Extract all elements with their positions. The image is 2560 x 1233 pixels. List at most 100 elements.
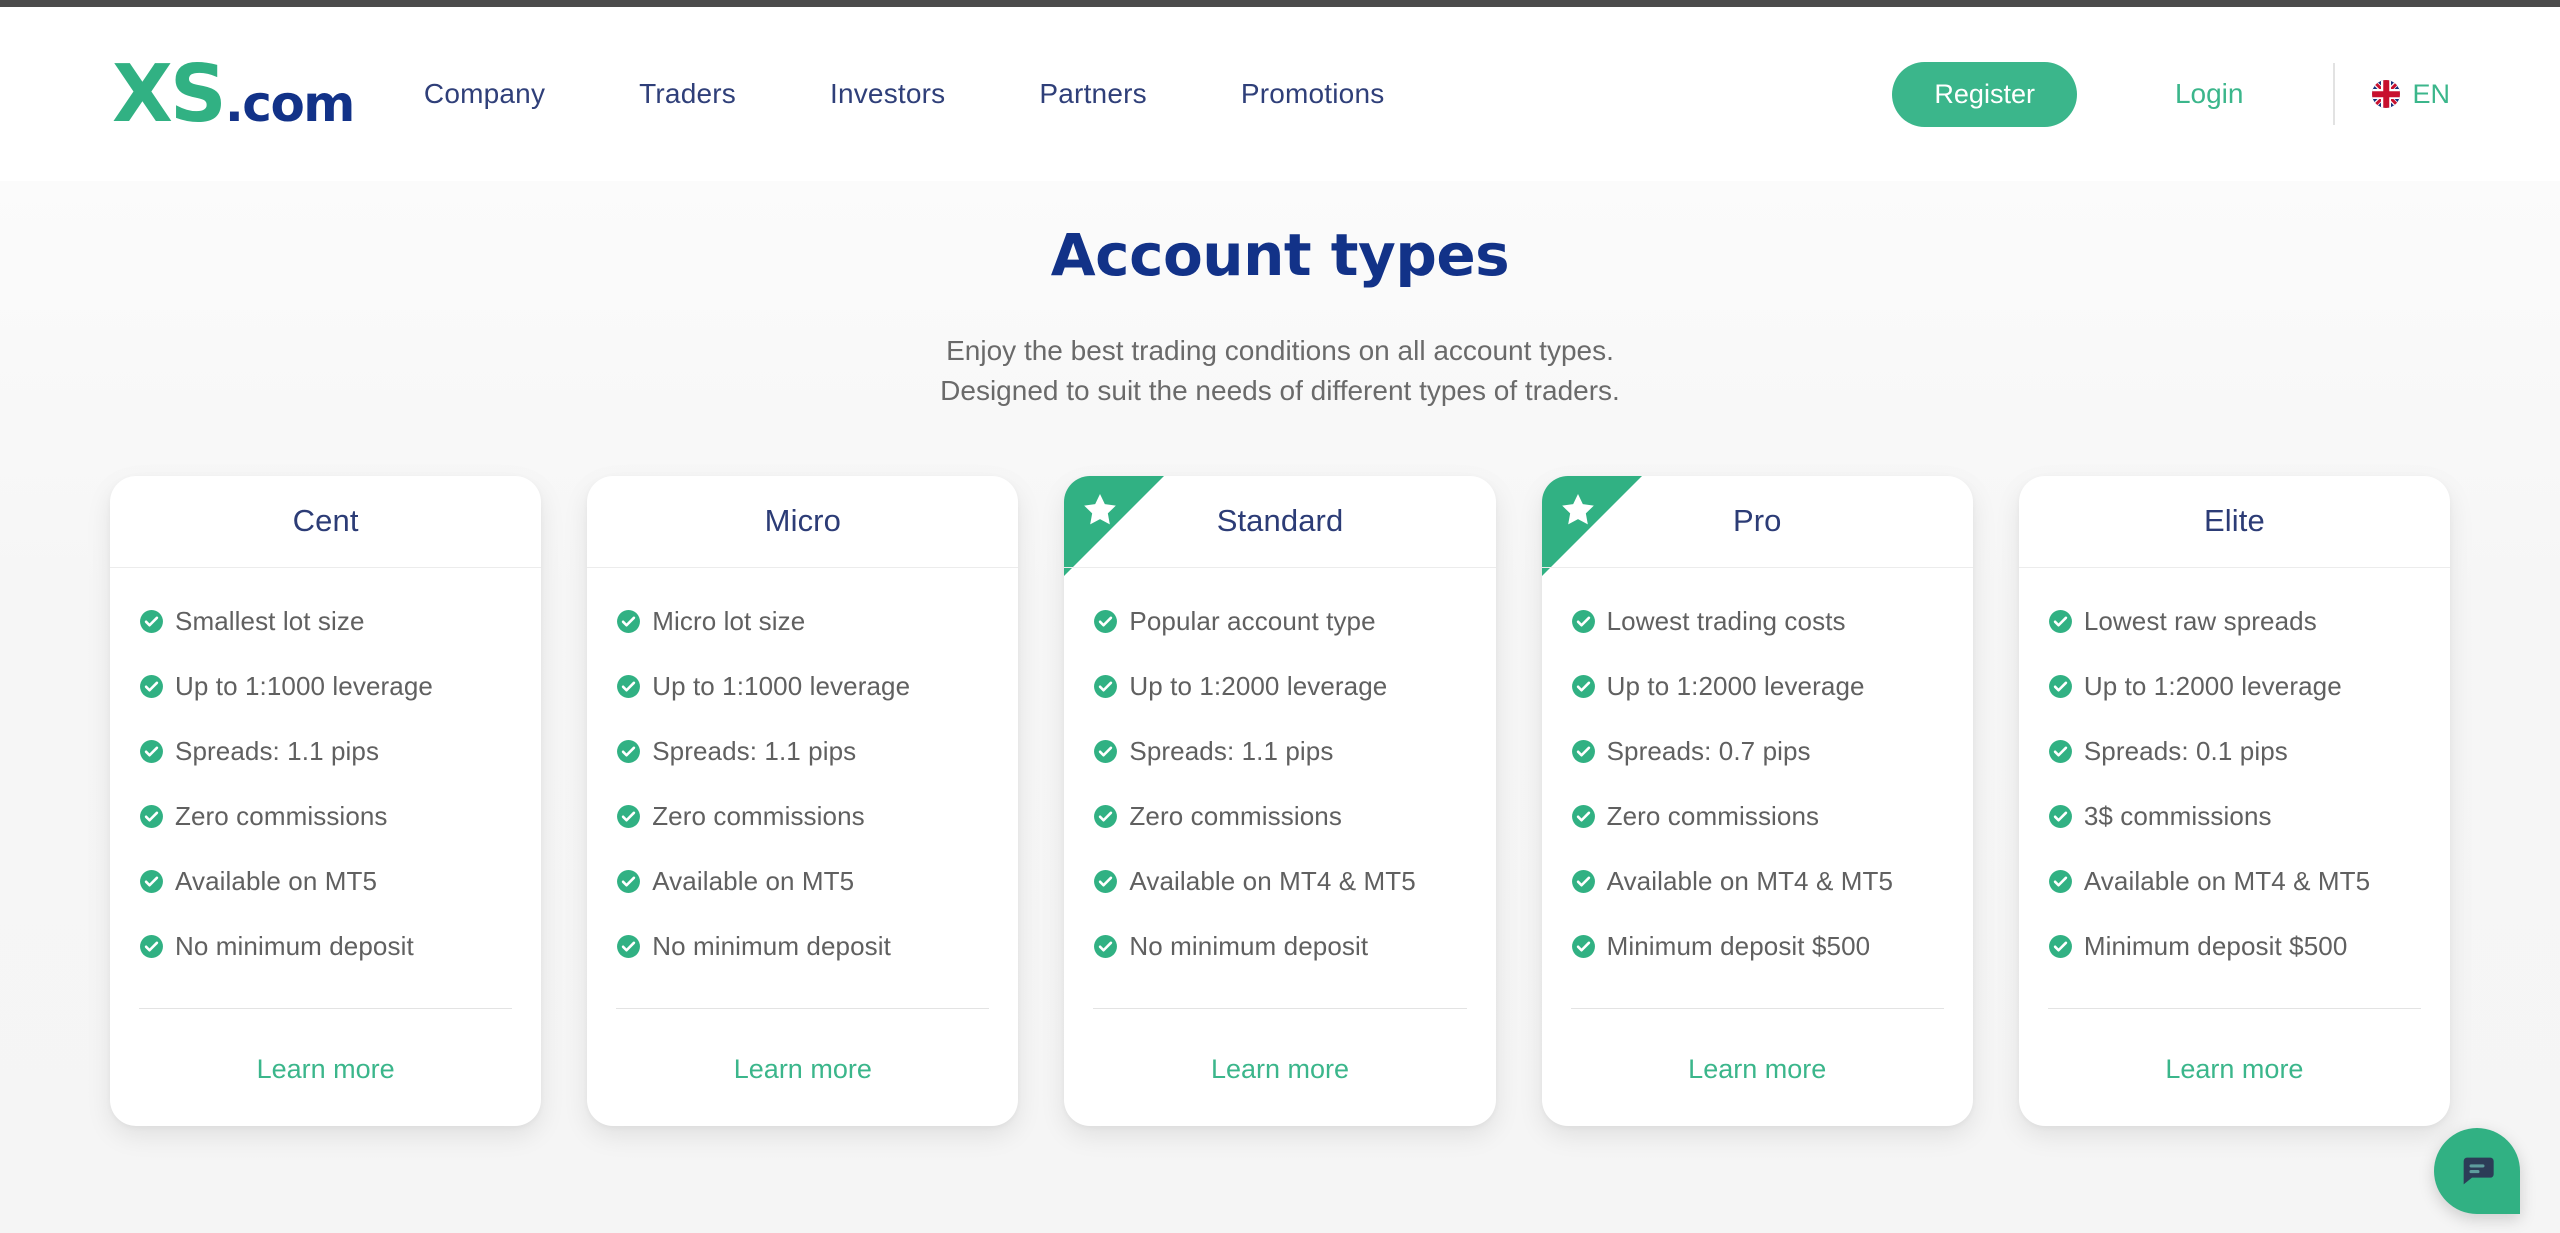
- learn-more-link[interactable]: Learn more: [587, 1009, 1018, 1112]
- feature-item: Popular account type: [1064, 606, 1495, 637]
- card-header: Micro: [587, 476, 1019, 568]
- feature-text: Available on MT5: [175, 865, 378, 896]
- feature-text: No minimum deposit: [1129, 930, 1369, 961]
- chat-widget-button[interactable]: [2434, 1128, 2520, 1214]
- check-circle-icon: [1094, 869, 1118, 893]
- check-circle-icon: [2048, 934, 2072, 958]
- learn-more-link[interactable]: Learn more: [1542, 1009, 1973, 1112]
- uk-flag-icon: [2372, 80, 2401, 108]
- check-circle-icon: [140, 869, 163, 893]
- card-title: Cent: [292, 503, 359, 538]
- feature-item: Up to 1:1000 leverage: [110, 671, 541, 702]
- feature-item: Available on MT4 & MT5: [1064, 866, 1495, 897]
- check-circle-icon: [2048, 804, 2072, 828]
- check-circle-icon: [1571, 869, 1595, 893]
- check-circle-icon: [1094, 609, 1118, 633]
- nav-item-partners[interactable]: Partners: [1039, 68, 1146, 120]
- feature-list: Smallest lot size Up to 1:1000 leverage Sp…: [110, 568, 541, 962]
- feature-item: Available on MT5: [110, 866, 541, 897]
- feature-item: Up to 1:2000 leverage: [1542, 671, 1973, 702]
- browser-top-edge: [0, 0, 2560, 7]
- feature-text: Up to 1:2000 leverage: [1129, 670, 1388, 701]
- header-divider: [2333, 63, 2336, 125]
- feature-item: No minimum deposit: [110, 931, 541, 962]
- check-circle-icon: [140, 804, 163, 828]
- feature-item: Lowest trading costs: [1542, 606, 1973, 637]
- logo-text-dotcom: .com: [224, 74, 356, 133]
- check-circle-icon: [617, 609, 641, 633]
- page-subtitle: Enjoy the best trading conditions on all…: [0, 331, 2560, 411]
- feature-item: Spreads: 0.7 pips: [1542, 736, 1973, 767]
- account-card-micro: Micro Micro lot size Up to 1:1000 leverage…: [587, 475, 1019, 1126]
- check-circle-icon: [1571, 739, 1595, 763]
- page-subtitle-line-2: Designed to suit the needs of different …: [940, 374, 1620, 406]
- feature-text: No minimum deposit: [652, 930, 891, 961]
- feature-text: Micro lot size: [652, 605, 806, 636]
- feature-text: Spreads: 1.1 pips: [1129, 735, 1334, 766]
- check-circle-icon: [2048, 869, 2072, 893]
- site-logo[interactable]: XS .com: [112, 54, 356, 134]
- check-circle-icon: [2048, 609, 2072, 633]
- site-header: XS .com Company Traders Investors Partner…: [0, 7, 2560, 181]
- feature-item: Micro lot size: [587, 606, 1018, 637]
- login-link[interactable]: Login: [2175, 78, 2244, 110]
- card-title: Elite: [2204, 503, 2265, 538]
- page-subtitle-line-1: Enjoy the best trading conditions on all…: [946, 335, 1614, 366]
- card-header: Pro: [1541, 476, 1973, 568]
- feature-text: Zero commissions: [175, 800, 388, 831]
- check-circle-icon: [140, 739, 163, 763]
- feature-text: Lowest raw spreads: [2083, 605, 2317, 636]
- account-types-cards: Cent Smallest lot size Up to 1:1000 levera…: [0, 475, 2560, 1126]
- feature-text: Zero commissions: [1606, 800, 1820, 831]
- feature-item: Up to 1:2000 leverage: [2019, 671, 2450, 702]
- feature-text: Available on MT4 & MT5: [1606, 865, 1894, 896]
- feature-item: Minimum deposit $500: [1542, 931, 1973, 962]
- nav-item-company[interactable]: Company: [424, 68, 545, 120]
- feature-list: Micro lot size Up to 1:1000 leverage Sprea…: [587, 568, 1018, 962]
- feature-text: Smallest lot size: [175, 605, 365, 636]
- learn-more-link[interactable]: Learn more: [2019, 1009, 2450, 1112]
- check-circle-icon: [617, 934, 641, 958]
- feature-item: Zero commissions: [587, 801, 1018, 832]
- feature-item: Available on MT5: [587, 866, 1018, 897]
- nav-item-promotions[interactable]: Promotions: [1241, 68, 1385, 120]
- feature-text: 3$ commissions: [2083, 800, 2272, 831]
- check-circle-icon: [1094, 804, 1118, 828]
- feature-item: Spreads: 0.1 pips: [2019, 736, 2450, 767]
- feature-list: Lowest trading costs Up to 1:2000 leverag…: [1542, 568, 1973, 962]
- check-circle-icon: [1571, 934, 1595, 958]
- feature-item: Spreads: 1.1 pips: [587, 736, 1018, 767]
- check-circle-icon: [2048, 674, 2072, 698]
- check-circle-icon: [617, 869, 641, 893]
- feature-item: Up to 1:1000 leverage: [587, 671, 1018, 702]
- nav-item-traders[interactable]: Traders: [639, 68, 736, 120]
- feature-item: Spreads: 1.1 pips: [110, 736, 541, 767]
- learn-more-link[interactable]: Learn more: [1064, 1009, 1495, 1112]
- page-title: Account types: [1050, 221, 1510, 289]
- feature-text: Minimum deposit $500: [1606, 930, 1871, 961]
- feature-text: Popular account type: [1129, 605, 1376, 636]
- check-circle-icon: [140, 674, 163, 698]
- language-switcher[interactable]: EN: [2372, 79, 2450, 110]
- feature-text: Up to 1:1000 leverage: [652, 670, 911, 701]
- feature-item: Available on MT4 & MT5: [2019, 866, 2450, 897]
- learn-more-link[interactable]: Learn more: [110, 1009, 541, 1112]
- account-card-standard: Standard Popular account type Up to 1:2000…: [1064, 475, 1496, 1126]
- register-button[interactable]: Register: [1892, 61, 2077, 127]
- feature-text: Available on MT4 & MT5: [1129, 865, 1416, 896]
- nav-item-investors[interactable]: Investors: [830, 68, 945, 120]
- feature-text: Up to 1:2000 leverage: [1606, 670, 1865, 701]
- feature-text: Spreads: 1.1 pips: [175, 735, 380, 766]
- card-title: Standard: [1216, 503, 1344, 538]
- feature-text: Available on MT4 & MT5: [2083, 865, 2371, 896]
- check-circle-icon: [617, 739, 641, 763]
- account-card-pro: Pro Lowest trading costs Up to 1:2000 leve…: [1541, 475, 1973, 1126]
- header-actions: Register Login EN: [1892, 61, 2450, 127]
- card-header: Cent: [110, 476, 542, 568]
- feature-item: No minimum deposit: [587, 931, 1018, 962]
- feature-item: Lowest raw spreads: [2019, 606, 2450, 637]
- check-circle-icon: [140, 934, 163, 958]
- feature-item: Zero commissions: [1064, 801, 1495, 832]
- chat-bubble-icon: [2463, 1157, 2494, 1185]
- check-circle-icon: [1571, 674, 1595, 698]
